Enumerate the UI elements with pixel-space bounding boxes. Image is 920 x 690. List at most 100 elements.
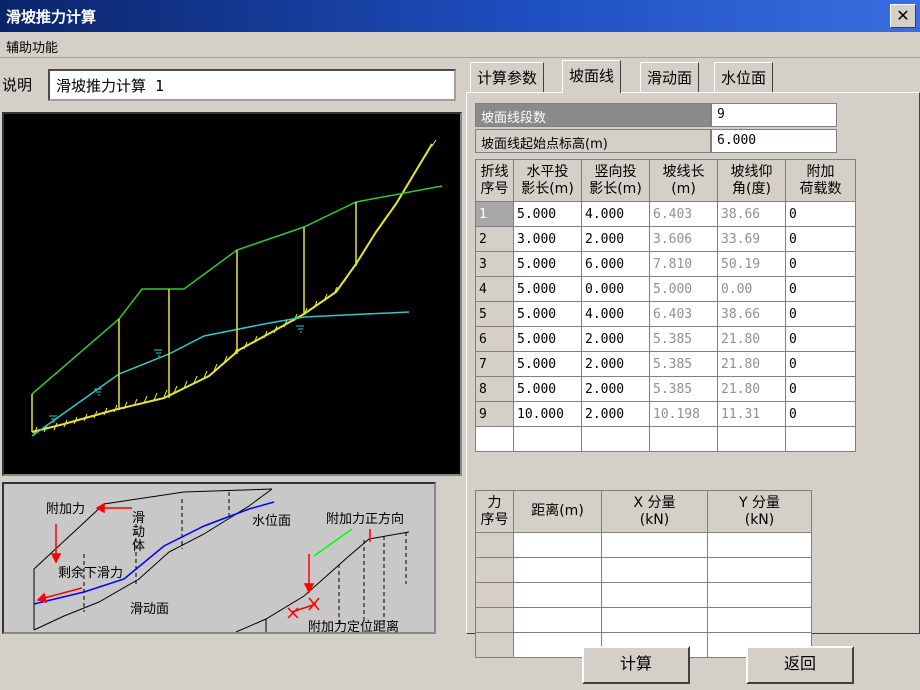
cell-horizontal-length[interactable]: 5.000 (513, 251, 582, 277)
description-input[interactable]: 滑坡推力计算 1 (48, 69, 456, 101)
cell-vertical-length[interactable]: 2.000 (581, 326, 650, 352)
cell-additional-loads[interactable]: 0 (785, 401, 856, 427)
force-cell[interactable] (513, 557, 602, 583)
close-button[interactable]: ✕ (890, 4, 916, 28)
table-row-empty[interactable] (475, 426, 856, 452)
header-vertical-length: 竖向投 影长(m) (581, 159, 650, 202)
cell-vertical-length[interactable]: 4.000 (581, 301, 650, 327)
force-cell[interactable] (707, 532, 812, 558)
force-cell[interactable] (475, 582, 514, 608)
table-row: 1 5.000 4.000 6.403 38.66 0 (475, 201, 856, 227)
force-cell[interactable] (601, 532, 708, 558)
cell-vertical-length[interactable]: 2.000 (581, 376, 650, 402)
cell-slope-length: 5.385 (649, 351, 718, 377)
force-table-row[interactable] (475, 557, 812, 583)
cell-horizontal-length[interactable]: 5.000 (513, 351, 582, 377)
table-row: 8 5.000 2.000 5.385 21.80 0 (475, 376, 856, 402)
cell-horizontal-length[interactable]: 5.000 (513, 326, 582, 352)
cell-slope-length: 5.385 (649, 326, 718, 352)
segments-count-input[interactable]: 9 (711, 103, 837, 127)
label-sliding-surface: 滑动面 (130, 602, 170, 617)
table-row: 4 5.000 0.000 5.000 0.00 0 (475, 276, 856, 302)
start-elevation-input[interactable]: 6.000 (711, 129, 837, 153)
slope-segments-table: 折线 序号 水平投 影长(m) 竖向投 影长(m) 坡线长 (m) 坡线仰 角(… (475, 159, 856, 452)
cell-segment-no: 4 (475, 276, 514, 302)
start-elevation-label: 坡面线起始点标高(m) (475, 129, 711, 153)
force-cell[interactable] (707, 557, 812, 583)
cell-segment-no: 7 (475, 351, 514, 377)
slope-preview-canvas (2, 112, 462, 476)
cell-segment-no: 6 (475, 326, 514, 352)
cell-vertical-length[interactable]: 2.000 (581, 401, 650, 427)
cell-vertical-length[interactable]: 2.000 (581, 226, 650, 252)
empty-cell[interactable] (475, 426, 514, 452)
cell-slope-angle: 50.19 (717, 251, 786, 277)
cell-slope-angle: 11.31 (717, 401, 786, 427)
force-table-row[interactable] (475, 607, 812, 633)
cell-horizontal-length[interactable]: 10.000 (513, 401, 582, 427)
cell-segment-no: 8 (475, 376, 514, 402)
cell-vertical-length[interactable]: 4.000 (581, 201, 650, 227)
force-cell[interactable] (513, 582, 602, 608)
calculate-button[interactable]: 计算 (582, 646, 690, 684)
table-row: 3 5.000 6.000 7.810 50.19 0 (475, 251, 856, 277)
cell-vertical-length[interactable]: 2.000 (581, 351, 650, 377)
empty-cell[interactable] (649, 426, 718, 452)
force-cell[interactable] (475, 632, 514, 658)
cell-horizontal-length[interactable]: 5.000 (513, 376, 582, 402)
tab-water-surface[interactable]: 水位面 (714, 62, 774, 92)
cell-horizontal-length[interactable]: 3.000 (513, 226, 582, 252)
force-cell[interactable] (601, 557, 708, 583)
cell-additional-loads[interactable]: 0 (785, 226, 856, 252)
cell-horizontal-length[interactable]: 5.000 (513, 201, 582, 227)
cell-slope-length: 3.606 (649, 226, 718, 252)
window-title: 滑坡推力计算 (6, 8, 97, 26)
cell-additional-loads[interactable]: 0 (785, 201, 856, 227)
force-cell[interactable] (475, 532, 514, 558)
cell-horizontal-length[interactable]: 5.000 (513, 301, 582, 327)
cell-additional-loads[interactable]: 0 (785, 301, 856, 327)
force-cell[interactable] (707, 607, 812, 633)
back-button[interactable]: 返回 (746, 646, 854, 684)
cell-slope-length: 6.403 (649, 301, 718, 327)
cell-segment-no: 2 (475, 226, 514, 252)
legend-water-line (33, 501, 275, 605)
cell-additional-loads[interactable]: 0 (785, 326, 856, 352)
cell-slope-length: 10.198 (649, 401, 718, 427)
cell-segment-no: 3 (475, 251, 514, 277)
cell-slope-angle: 21.80 (717, 351, 786, 377)
cell-slope-angle: 0.00 (717, 276, 786, 302)
header-x-component: X 分量 (kN) (601, 490, 708, 533)
force-table-row[interactable] (475, 532, 812, 558)
cell-slope-length: 6.403 (649, 201, 718, 227)
empty-cell[interactable] (513, 426, 582, 452)
cell-additional-loads[interactable]: 0 (785, 376, 856, 402)
force-cell[interactable] (513, 532, 602, 558)
force-table-row[interactable] (475, 582, 812, 608)
legend-diagram: 附加力 滑 动 体 水位面 剩余下滑力 滑动面 附加力正方向 附加力定位距离 (2, 482, 436, 635)
tab-slope-line[interactable]: 坡面线 (562, 60, 622, 93)
empty-cell[interactable] (785, 426, 856, 452)
cell-slope-length: 5.385 (649, 376, 718, 402)
tab-panel: 计算参数 坡面线 滑动面 水位面 坡面线段数 9 坡面线起始点标高(m) 6.0… (466, 60, 920, 658)
force-cell[interactable] (601, 582, 708, 608)
tab-slip-surface[interactable]: 滑动面 (640, 62, 700, 92)
cell-segment-no: 9 (475, 401, 514, 427)
cell-vertical-length[interactable]: 6.000 (581, 251, 650, 277)
cell-additional-loads[interactable]: 0 (785, 251, 856, 277)
force-cell[interactable] (513, 607, 602, 633)
cell-vertical-length[interactable]: 0.000 (581, 276, 650, 302)
tab-calc-params[interactable]: 计算参数 (470, 62, 545, 92)
empty-cell[interactable] (581, 426, 650, 452)
force-table-header: 力 序号 距离(m) X 分量 (kN) Y 分量 (kN) (475, 490, 812, 533)
cell-additional-loads[interactable]: 0 (785, 276, 856, 302)
menu-aux-functions[interactable]: 辅助功能 (6, 37, 58, 56)
force-cell[interactable] (707, 582, 812, 608)
cell-additional-loads[interactable]: 0 (785, 351, 856, 377)
force-cell[interactable] (601, 607, 708, 633)
empty-cell[interactable] (717, 426, 786, 452)
label-additional-force: 附加力 (46, 502, 86, 517)
cell-horizontal-length[interactable]: 5.000 (513, 276, 582, 302)
force-cell[interactable] (475, 557, 514, 583)
force-cell[interactable] (475, 607, 514, 633)
